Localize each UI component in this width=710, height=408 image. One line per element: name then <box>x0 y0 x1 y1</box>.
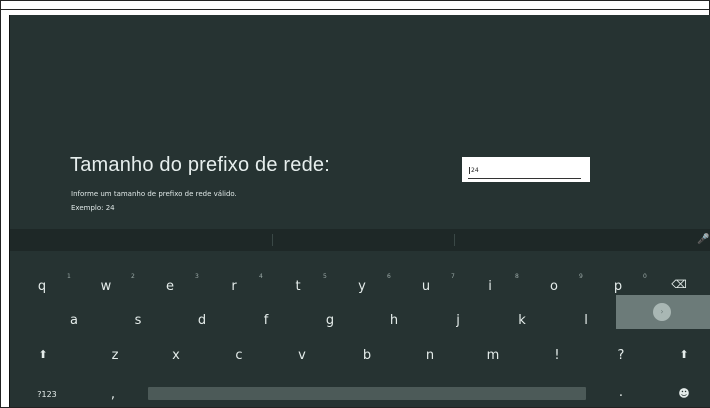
key-x[interactable]: x <box>161 348 191 364</box>
key-hint-number: 8 <box>515 273 519 280</box>
suggestion-divider <box>454 234 455 246</box>
key-hint-number: 3 <box>195 273 199 280</box>
period-key[interactable]: . <box>606 385 636 401</box>
numbers-key[interactable]: ?123 <box>32 387 62 403</box>
key-l[interactable]: l <box>571 313 601 329</box>
key-hint-number: 2 <box>131 273 135 280</box>
key-r[interactable]: r <box>219 279 249 295</box>
key-u[interactable]: u <box>411 279 441 295</box>
form-title: Tamanho do prefixo de rede: <box>70 154 331 176</box>
key-a[interactable]: a <box>59 313 89 329</box>
enter-key[interactable]: › <box>616 295 710 329</box>
suggestion-strip: 🎤 <box>10 229 710 251</box>
device-screen: Tamanho do prefixo de rede: Informe um t… <box>9 15 710 407</box>
shift-icon[interactable]: ⬆ <box>669 347 699 363</box>
key-c[interactable]: c <box>224 348 254 364</box>
key-g[interactable]: g <box>315 313 345 329</box>
key-p[interactable]: p <box>603 279 633 295</box>
key-hint-number: 1 <box>67 273 71 280</box>
space-bar[interactable] <box>148 387 586 400</box>
input-underline <box>468 178 581 179</box>
key-m[interactable]: m <box>478 348 508 364</box>
key-q[interactable]: q <box>27 279 57 295</box>
key-b[interactable]: b <box>352 348 382 364</box>
key-h[interactable]: h <box>379 313 409 329</box>
top-bar <box>1 1 709 10</box>
prefix-length-value: 24 <box>469 167 479 174</box>
prefix-length-input[interactable]: 24 <box>462 157 590 182</box>
key-y[interactable]: y <box>347 279 377 295</box>
key-e[interactable]: e <box>155 279 185 295</box>
key-exclamation[interactable]: ! <box>542 348 572 364</box>
emoji-icon[interactable]: ☻ <box>669 386 699 402</box>
key-hint-number: 7 <box>451 273 455 280</box>
key-k[interactable]: k <box>507 313 537 329</box>
key-hint-number: 0 <box>643 273 647 280</box>
form-example: Exemplo: 24 <box>71 204 115 212</box>
key-w[interactable]: w <box>91 279 121 295</box>
key-v[interactable]: v <box>287 348 317 364</box>
window-frame: Tamanho do prefixo de rede: Informe um t… <box>0 0 710 408</box>
key-hint-number: 5 <box>323 273 327 280</box>
key-j[interactable]: j <box>443 313 473 329</box>
key-z[interactable]: z <box>100 348 130 364</box>
form-panel: Tamanho do prefixo de rede: Informe um t… <box>10 15 710 229</box>
comma-key[interactable]: , <box>98 387 128 403</box>
key-t[interactable]: t <box>283 279 313 295</box>
key-o[interactable]: o <box>539 279 569 295</box>
key-f[interactable]: f <box>251 313 281 329</box>
enter-icon: › <box>653 303 671 321</box>
key-d[interactable]: d <box>187 313 217 329</box>
key-hint-number: 9 <box>579 273 583 280</box>
key-hint-number: 4 <box>259 273 263 280</box>
shift-icon[interactable]: ⬆ <box>28 347 58 363</box>
key-hint-number: 6 <box>387 273 391 280</box>
backspace-icon[interactable]: ⌫ <box>664 277 694 293</box>
form-hint: Informe um tamanho de prefixo de rede vá… <box>71 190 237 198</box>
key-s[interactable]: s <box>123 313 153 329</box>
key-i[interactable]: i <box>475 279 505 295</box>
on-screen-keyboard: q 1 w 2 e 3 r 4 t 5 y 6 u 7 i 8 o 9 p 0 ⌫ a s d f g h j k l › ⬆ z x c… <box>10 251 710 407</box>
key-n[interactable]: n <box>415 348 445 364</box>
key-question[interactable]: ? <box>606 348 636 364</box>
suggestion-divider <box>272 234 273 246</box>
microphone-icon[interactable]: 🎤 <box>697 234 709 245</box>
